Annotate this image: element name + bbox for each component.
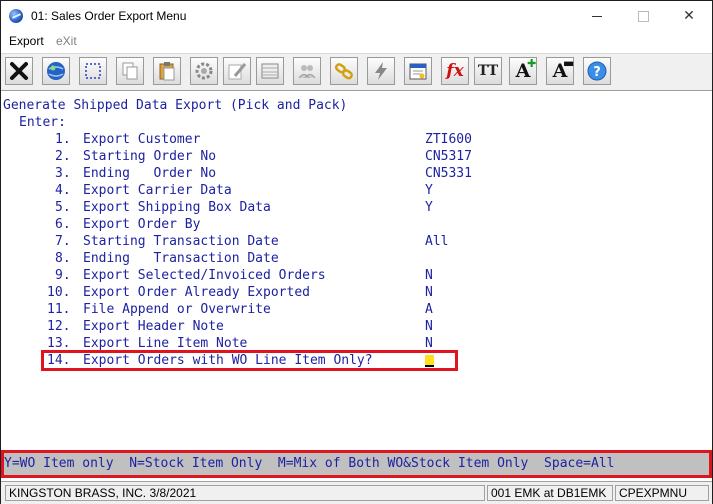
- field-number: 12.: [47, 319, 71, 334]
- field-label: File Append or Overwrite: [83, 302, 271, 317]
- field-value[interactable]: All: [425, 233, 448, 250]
- toolbar: fx TT A ✚ A ▬ ?: [1, 53, 712, 91]
- app-window: 01: Sales Order Export Menu ✕ Export eXi…: [0, 0, 713, 504]
- fx-function-button[interactable]: fx: [441, 57, 469, 85]
- field-number: 7.: [55, 234, 71, 249]
- users-button[interactable]: [293, 57, 321, 85]
- field-number: 3.: [55, 166, 71, 181]
- minimize-icon: [592, 15, 602, 17]
- field-value[interactable]: ZTI600: [425, 131, 472, 148]
- lightning-button[interactable]: [367, 57, 395, 85]
- field-label: Starting Transaction Date: [83, 234, 279, 249]
- field-number: 2.: [55, 149, 71, 164]
- select-box-button[interactable]: [79, 57, 107, 85]
- calendar-button[interactable]: [404, 57, 432, 85]
- field-label: Ending Transaction Date: [83, 251, 279, 266]
- settings-gear-icon: [195, 62, 213, 80]
- calendar-icon: [409, 63, 427, 80]
- menu-bar: Export eXit: [1, 31, 712, 51]
- help-button[interactable]: ?: [583, 57, 611, 85]
- maximize-button[interactable]: [620, 1, 666, 31]
- title-bar: 01: Sales Order Export Menu ✕: [1, 1, 712, 31]
- fx-function-icon: fx: [446, 61, 464, 81]
- field-value[interactable]: Y: [425, 199, 433, 216]
- globe-button[interactable]: [42, 57, 70, 85]
- decrease-font-icon: A ▬: [552, 56, 575, 82]
- decrease-font-button[interactable]: A ▬: [546, 56, 575, 85]
- field-number: 8.: [55, 251, 71, 266]
- field-label: Export Customer: [83, 132, 201, 147]
- enter-label: Enter:: [19, 115, 66, 130]
- field-number: 5.: [55, 200, 71, 215]
- menu-exit[interactable]: eXit: [56, 34, 77, 48]
- field-number: 9.: [55, 268, 71, 283]
- input-cursor[interactable]: [425, 355, 434, 367]
- chain-link-button[interactable]: [330, 57, 358, 85]
- field-label: Export Carrier Data: [83, 183, 232, 198]
- paste-icon: [159, 62, 175, 81]
- field-number: 4.: [55, 183, 71, 198]
- field-number: 1.: [55, 132, 71, 147]
- increase-font-icon: A ✚: [515, 57, 537, 82]
- lightning-icon: [375, 62, 387, 80]
- help-prompt-bar: Y=WO Item only N=Stock Item Only M=Mix o…: [1, 450, 712, 478]
- window-title: 01: Sales Order Export Menu: [31, 9, 187, 23]
- help-icon: ?: [587, 61, 607, 81]
- terminal-screen: Generate Shipped Data Export (Pick and P…: [1, 91, 712, 449]
- status-bar: KINGSTON BRASS, INC. 3/8/2021 001 EMK at…: [1, 481, 712, 504]
- status-company: KINGSTON BRASS, INC. 3/8/2021: [5, 485, 485, 501]
- field-label: Export Shipping Box Data: [83, 200, 271, 215]
- field-label: Export Header Note: [83, 319, 224, 334]
- field-label: Export Order By: [83, 217, 201, 232]
- field-number: 6.: [55, 217, 71, 232]
- svg-text:?: ?: [593, 65, 601, 80]
- settings-button[interactable]: [190, 57, 218, 85]
- chain-link-icon: [334, 63, 353, 80]
- app-globe-icon: [9, 9, 23, 23]
- field-label: Ending Order No: [83, 166, 217, 181]
- field-14-highlight: [41, 350, 458, 371]
- field-label: Export Order Already Exported: [83, 285, 310, 300]
- close-button[interactable]: ✕: [666, 1, 712, 31]
- field-label: Export Selected/Invoiced Orders: [83, 268, 326, 283]
- field-label: Starting Order No: [83, 149, 217, 164]
- minimize-button[interactable]: [574, 1, 620, 31]
- status-program: CPEXPMNU: [615, 485, 709, 501]
- field-value[interactable]: N: [425, 284, 433, 301]
- field-value[interactable]: N: [425, 318, 433, 335]
- font-size-icon: TT: [477, 63, 499, 79]
- edit-icon: [228, 63, 247, 80]
- field-value[interactable]: CN5317: [425, 148, 472, 165]
- field-value[interactable]: Y: [425, 182, 433, 199]
- users-icon: [298, 65, 316, 79]
- close-icon: ✕: [683, 8, 695, 24]
- table-icon: [261, 63, 279, 79]
- paste-button[interactable]: [153, 57, 181, 85]
- select-box-icon: [85, 63, 101, 79]
- copy-button[interactable]: [116, 57, 144, 85]
- field-value[interactable]: N: [425, 267, 433, 284]
- field-number: 10.: [47, 285, 71, 300]
- close-x-icon: [10, 62, 28, 80]
- menu-export[interactable]: Export: [9, 34, 44, 48]
- field-number: 11.: [47, 302, 71, 317]
- copy-icon: [122, 62, 138, 80]
- globe-icon: [47, 62, 65, 80]
- table-button[interactable]: [256, 57, 284, 85]
- field-value[interactable]: A: [425, 301, 433, 318]
- close-x-button[interactable]: [5, 57, 33, 85]
- increase-font-button[interactable]: A ✚: [509, 57, 537, 85]
- edit-button[interactable]: [223, 57, 251, 85]
- maximize-icon: [637, 10, 649, 22]
- field-value[interactable]: CN5331: [425, 165, 472, 182]
- status-user: 001 EMK at DB1EMK: [487, 485, 613, 501]
- font-size-button[interactable]: TT: [474, 57, 502, 85]
- screen-heading: Generate Shipped Data Export (Pick and P…: [3, 98, 348, 113]
